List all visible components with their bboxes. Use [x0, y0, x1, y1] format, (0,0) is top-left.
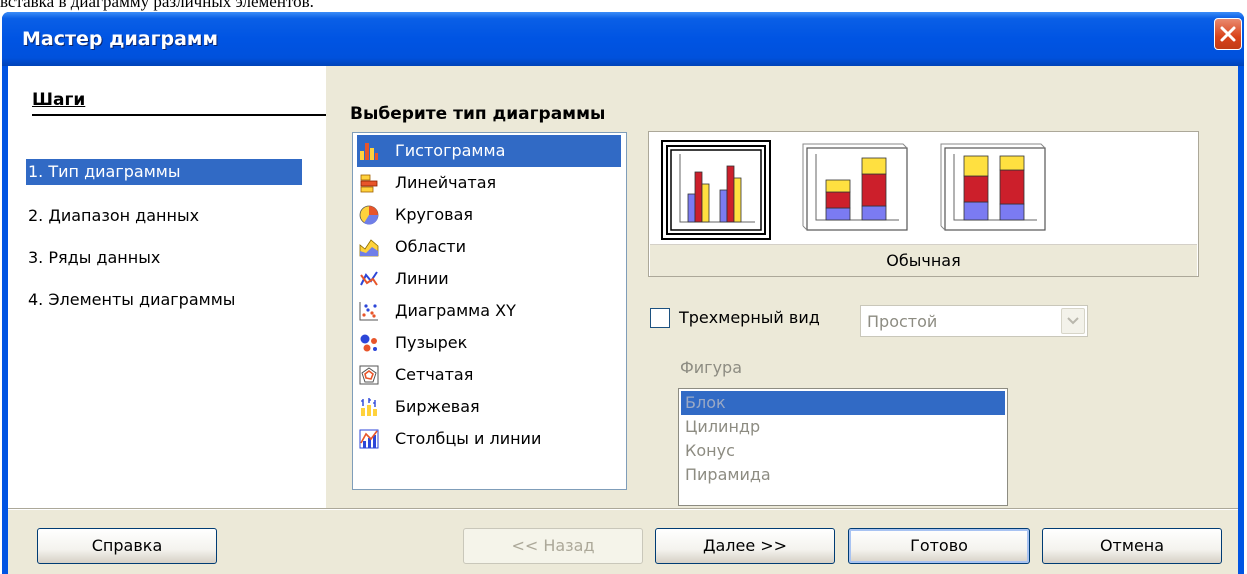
- shape-item-pyramid[interactable]: Пирамида: [681, 463, 1005, 487]
- type-label: Пузырек: [395, 333, 468, 352]
- column-line-chart-icon: [359, 429, 379, 449]
- close-button[interactable]: [1214, 18, 1242, 50]
- step-chart-elements[interactable]: 4. Элементы диаграммы: [26, 287, 302, 313]
- bubble-chart-icon: [360, 334, 377, 352]
- three-d-style-select[interactable]: Простой: [860, 305, 1088, 337]
- back-button[interactable]: << Назад: [463, 528, 643, 564]
- normal-column-variant-icon: [661, 140, 771, 240]
- three-d-label[interactable]: Трехмерный вид: [679, 308, 820, 327]
- button-bar-divider: [8, 508, 1238, 510]
- type-label: Гистограмма: [395, 141, 506, 160]
- step-data-series[interactable]: 3. Ряды данных: [26, 245, 302, 271]
- stock-chart-icon: [361, 398, 377, 416]
- type-label: Сетчатая: [395, 365, 474, 384]
- line-chart-icon: [360, 271, 378, 286]
- area-chart-icon: [359, 239, 379, 257]
- type-label: Круговая: [395, 205, 474, 224]
- xy-scatter-icon: [359, 302, 378, 321]
- steps-heading: Шаги: [32, 90, 86, 110]
- type-item-stock[interactable]: Биржевая: [357, 391, 621, 423]
- finish-button[interactable]: Готово: [848, 528, 1030, 564]
- shape-label-text: Фигура: [680, 358, 743, 377]
- bar-chart-icon: [360, 174, 378, 193]
- pie-chart-icon: [359, 205, 379, 225]
- type-label: Линии: [395, 269, 449, 288]
- type-item-line[interactable]: Линии: [357, 263, 621, 295]
- type-item-net[interactable]: Сетчатая: [357, 359, 621, 391]
- shape-item-cylinder[interactable]: Цилиндр: [681, 415, 1005, 439]
- net-chart-icon: [359, 365, 379, 385]
- chart-wizard-dialog: Мастер диаграмм Шаги 1. Тип диаграммы 2.…: [2, 12, 1244, 574]
- type-label: Диаграмма XY: [395, 301, 516, 320]
- chart-variant-panel: Обычная: [648, 131, 1199, 277]
- type-label: Столбцы и линии: [395, 429, 542, 448]
- type-label: Линейчатая: [395, 173, 497, 192]
- three-d-label-text: Трехмерный вид: [679, 308, 820, 327]
- three-d-style-value: Простой: [867, 312, 938, 331]
- variant-percent-stacked[interactable]: [937, 140, 1047, 240]
- percent-stacked-column-variant-icon: [940, 143, 1046, 231]
- dialog-body: Шаги 1. Тип диаграммы 2. Диапазон данных…: [8, 66, 1238, 574]
- chart-type-list[interactable]: Гистограмма Линейчатая Круговая Области …: [352, 132, 627, 490]
- variant-stacked[interactable]: [799, 140, 909, 240]
- step-data-range[interactable]: 2. Диапазон данных: [26, 203, 302, 229]
- type-label: Биржевая: [395, 397, 480, 416]
- type-item-xy[interactable]: Диаграмма XY: [357, 295, 621, 327]
- dropdown-button[interactable]: [1061, 308, 1085, 334]
- type-item-bubble[interactable]: Пузырек: [357, 327, 621, 359]
- shape-item-cone[interactable]: Конус: [681, 439, 1005, 463]
- variant-normal[interactable]: [661, 140, 771, 240]
- type-item-bar[interactable]: Линейчатая: [357, 167, 621, 199]
- chart-type-heading: Выберите тип диаграммы: [350, 104, 606, 124]
- shape-list[interactable]: Блок Цилиндр Конус Пирамида: [678, 388, 1008, 506]
- chevron-down-icon: [1067, 317, 1079, 325]
- column-chart-icon: [360, 143, 378, 160]
- three-d-checkbox[interactable]: [650, 308, 670, 328]
- page-caption: вставка в диаграмму различных элементов.: [0, 0, 314, 11]
- window-title: Мастер диаграмм: [22, 28, 218, 50]
- close-icon: [1220, 26, 1236, 42]
- type-item-pie[interactable]: Круговая: [357, 199, 621, 231]
- type-item-column[interactable]: Гистограмма: [357, 135, 621, 167]
- steps-pane: Шаги 1. Тип диаграммы 2. Диапазон данных…: [8, 66, 326, 508]
- step-chart-type[interactable]: 1. Тип диаграммы: [26, 159, 302, 185]
- title-bar[interactable]: Мастер диаграмм: [2, 12, 1244, 66]
- type-item-area[interactable]: Области: [357, 231, 621, 263]
- cancel-button[interactable]: Отмена: [1042, 528, 1222, 564]
- stacked-column-variant-icon: [802, 143, 908, 231]
- help-button[interactable]: Справка: [37, 528, 217, 564]
- steps-divider: [32, 114, 326, 116]
- shape-label: Фигура: [680, 358, 742, 377]
- type-label: Области: [395, 237, 467, 256]
- type-item-column-line[interactable]: Столбцы и линии: [357, 423, 621, 455]
- variant-name: Обычная: [650, 244, 1197, 276]
- shape-item-block[interactable]: Блок: [681, 391, 1005, 415]
- next-button[interactable]: Далее >>: [655, 528, 835, 564]
